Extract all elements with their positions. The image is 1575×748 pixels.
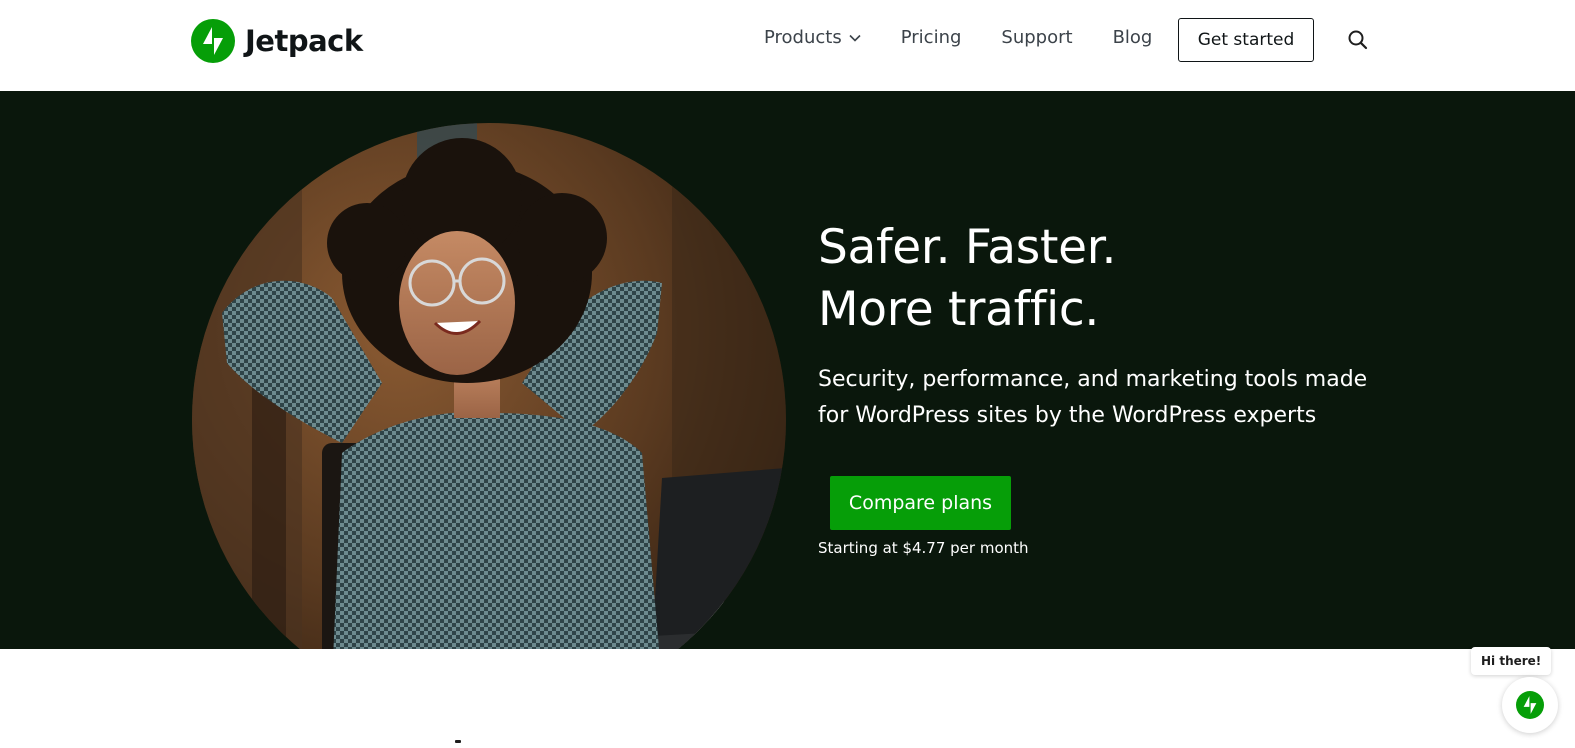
below-fold-fragment	[455, 740, 461, 743]
nav-products[interactable]: Products	[764, 27, 861, 48]
headline-line-2: More traffic.	[818, 282, 1100, 337]
price-note: Starting at $4.77 per month	[818, 539, 1029, 557]
hero-photo	[192, 123, 786, 649]
hero-section: Safer. Faster. More traffic. Security, p…	[0, 91, 1575, 649]
nav-support[interactable]: Support	[1001, 27, 1072, 48]
nav-blog[interactable]: Blog	[1113, 27, 1153, 48]
headline-line-1: Safer. Faster.	[818, 220, 1117, 275]
jetpack-bolt-icon	[1516, 691, 1544, 719]
search-icon[interactable]	[1347, 29, 1369, 51]
get-started-button[interactable]: Get started	[1178, 18, 1314, 62]
hero-subheadline: Security, performance, and marketing too…	[818, 367, 1368, 428]
chevron-down-icon	[849, 34, 861, 42]
main-nav: Products Pricing Support Blog	[764, 27, 1192, 48]
nav-pricing[interactable]: Pricing	[901, 27, 962, 48]
hero-text: Safer. Faster. More traffic.	[818, 217, 1116, 341]
site-header: Jetpack Products Pricing Support Blog Ge…	[0, 0, 1575, 91]
hero-headline: Safer. Faster. More traffic.	[818, 217, 1116, 341]
compare-plans-button[interactable]: Compare plans	[830, 476, 1011, 530]
brand-name: Jetpack	[245, 24, 363, 58]
chat-launcher-button[interactable]	[1502, 677, 1558, 733]
jetpack-logo[interactable]: Jetpack	[191, 19, 363, 63]
jetpack-bolt-icon	[191, 19, 235, 63]
chat-greeting-bubble[interactable]: Hi there!	[1471, 647, 1552, 675]
nav-products-label: Products	[764, 27, 842, 48]
